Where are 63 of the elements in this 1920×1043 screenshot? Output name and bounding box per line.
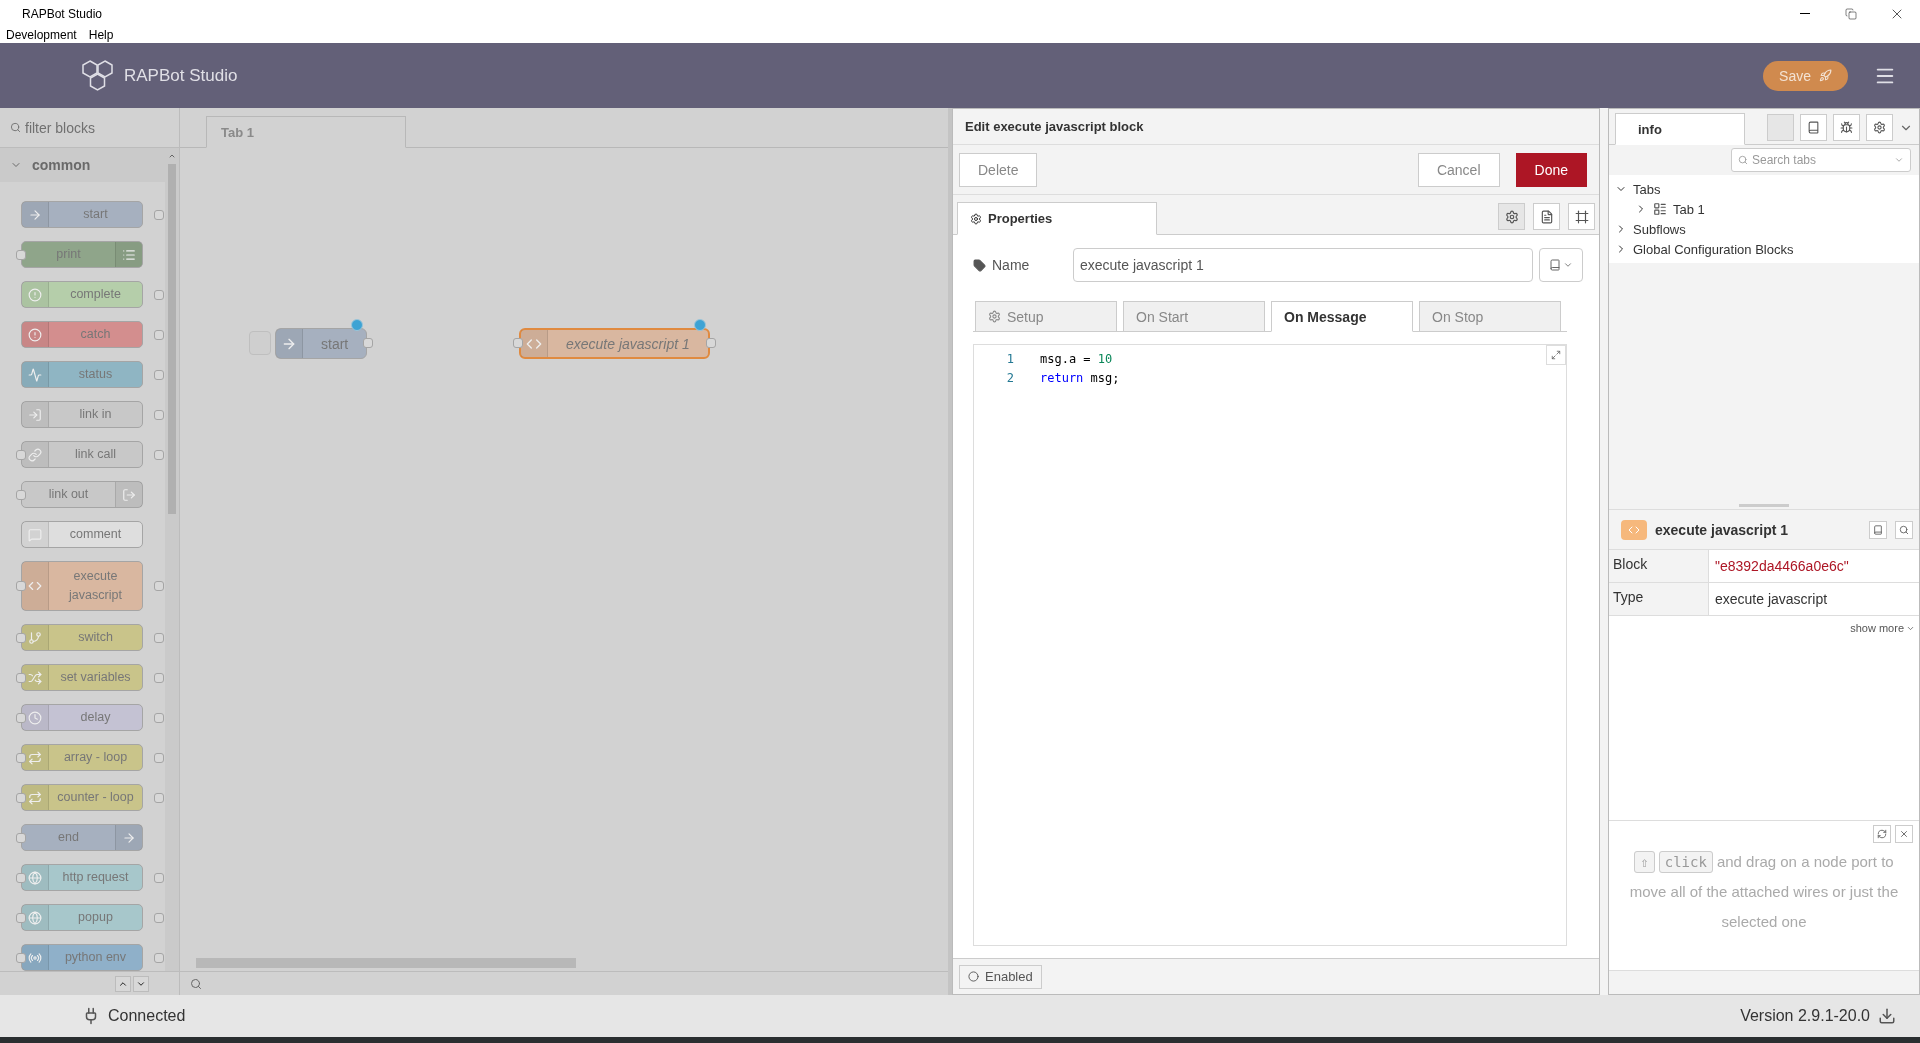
field-label: Name xyxy=(992,257,1030,273)
name-field[interactable]: execute javascript 1 xyxy=(1073,248,1533,282)
category-label: common xyxy=(32,157,91,173)
filter-placeholder: filter blocks xyxy=(25,119,96,136)
properties-tab[interactable]: Properties xyxy=(957,202,1157,235)
code-line: msg.a = 10 xyxy=(1040,351,1113,366)
line-number: 2 xyxy=(1005,370,1015,385)
save-button[interactable]: Save xyxy=(1763,60,1848,91)
workspace-tab[interactable]: Tab 1 xyxy=(206,116,406,148)
tree-item[interactable]: Tabs xyxy=(1633,181,1661,197)
property-key: Type xyxy=(1609,583,1709,615)
search-field[interactable]: Search tabs xyxy=(1731,148,1911,172)
node-title: execute javascript 1 xyxy=(1655,521,1789,538)
brand-name: RAPBot Studio xyxy=(124,65,238,86)
code-editor[interactable]: 1 msg.a = 10 2 return msg; xyxy=(973,344,1567,946)
palette-block[interactable]: end xyxy=(21,824,143,851)
flow-node[interactable]: start xyxy=(275,328,368,359)
palette-block[interactable]: status xyxy=(21,361,143,388)
palette-block[interactable]: link in xyxy=(21,401,143,428)
connection-status: Connected xyxy=(108,1007,186,1025)
palette-block[interactable]: http request xyxy=(21,864,143,891)
line-number: 1 xyxy=(1005,351,1015,366)
palette-block[interactable]: link out xyxy=(21,481,143,508)
done-button[interactable]: Done xyxy=(1515,152,1587,187)
property-key: Block xyxy=(1609,550,1709,582)
editor-tab[interactable]: Setup xyxy=(975,301,1117,332)
code-line: return msg; xyxy=(1040,370,1120,385)
property-value: execute javascript xyxy=(1714,590,1829,609)
palette-block[interactable]: link call xyxy=(21,441,143,468)
palette-block[interactable]: start xyxy=(21,201,143,228)
palette-block[interactable]: array - loop xyxy=(21,744,143,771)
menu-item[interactable]: Help xyxy=(88,28,114,42)
editor-tab[interactable]: On Message xyxy=(1271,301,1413,332)
cancel-button[interactable]: Cancel xyxy=(1417,152,1500,187)
category-header[interactable]: common xyxy=(0,148,165,182)
tree-item[interactable]: Tab 1 xyxy=(1673,201,1705,217)
palette-block[interactable]: catch xyxy=(21,321,143,348)
node-label: start xyxy=(320,334,350,354)
version-text: Version 2.9.1-20.0 xyxy=(1740,1007,1870,1025)
palette-block[interactable]: counter - loop xyxy=(21,784,143,811)
window-title: RAPBot Studio xyxy=(22,6,103,21)
palette-block[interactable]: comment xyxy=(21,521,143,548)
enabled-toggle[interactable]: Enabled xyxy=(959,964,1042,989)
palette-block[interactable]: execute javascript xyxy=(21,561,143,611)
palette-block[interactable]: python env xyxy=(21,944,143,971)
show-more-link[interactable]: show more xyxy=(1850,622,1915,634)
editor-title: Edit execute javascript block xyxy=(953,109,1599,145)
tree-item[interactable]: Subflows xyxy=(1633,221,1686,237)
menu-item[interactable]: Development xyxy=(6,28,77,42)
palette-block[interactable]: switch xyxy=(21,624,143,651)
tree-item[interactable]: Global Configuration Blocks xyxy=(1633,241,1794,257)
flow-node[interactable]: execute javascript 1 xyxy=(519,328,710,359)
editor-tab[interactable]: On Stop xyxy=(1419,301,1561,332)
node-label: execute javascript 1 xyxy=(565,334,691,354)
tip-text: ⇧ click and drag on a node port to move all of the attached wires or just the selected one xyxy=(1628,850,1900,932)
info-tab[interactable]: info xyxy=(1615,113,1745,145)
editor-tab[interactable]: On Start xyxy=(1123,301,1265,332)
delete-button[interactable]: Delete xyxy=(959,152,1038,187)
palette-block[interactable]: popup xyxy=(21,904,143,931)
property-value: "e8392da4466a0e6c" xyxy=(1714,557,1850,576)
palette-block[interactable]: set variables xyxy=(21,664,143,691)
palette-block[interactable]: complete xyxy=(21,281,143,308)
palette-block[interactable]: delay xyxy=(21,704,143,731)
